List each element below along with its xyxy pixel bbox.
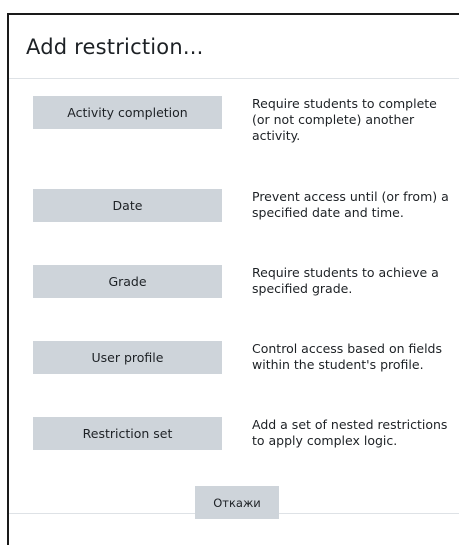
user-profile-button[interactable]: User profile <box>33 341 222 374</box>
cancel-button[interactable]: Откажи <box>195 486 279 519</box>
user-profile-description: Control access based on fields within th… <box>252 341 442 372</box>
dialog-footer: Откажи <box>9 486 459 545</box>
restriction-set-button[interactable]: Restriction set <box>33 417 222 450</box>
add-restriction-dialog: Add restriction... Activity completion R… <box>7 13 459 545</box>
grade-description: Require students to achieve a specified … <box>252 265 439 296</box>
grade-button[interactable]: Grade <box>33 265 222 298</box>
dialog-title: Add restriction... <box>26 34 204 59</box>
dialog-body: Activity completion Require students to … <box>9 79 459 516</box>
dialog-header: Add restriction... <box>9 15 459 79</box>
activity-completion-description: Require students to complete (or not com… <box>252 96 437 143</box>
date-button[interactable]: Date <box>33 189 222 222</box>
restriction-set-description: Add a set of nested restrictions to appl… <box>252 417 448 448</box>
activity-completion-button[interactable]: Activity completion <box>33 96 222 129</box>
date-description: Prevent access until (or from) a specifi… <box>252 189 449 220</box>
